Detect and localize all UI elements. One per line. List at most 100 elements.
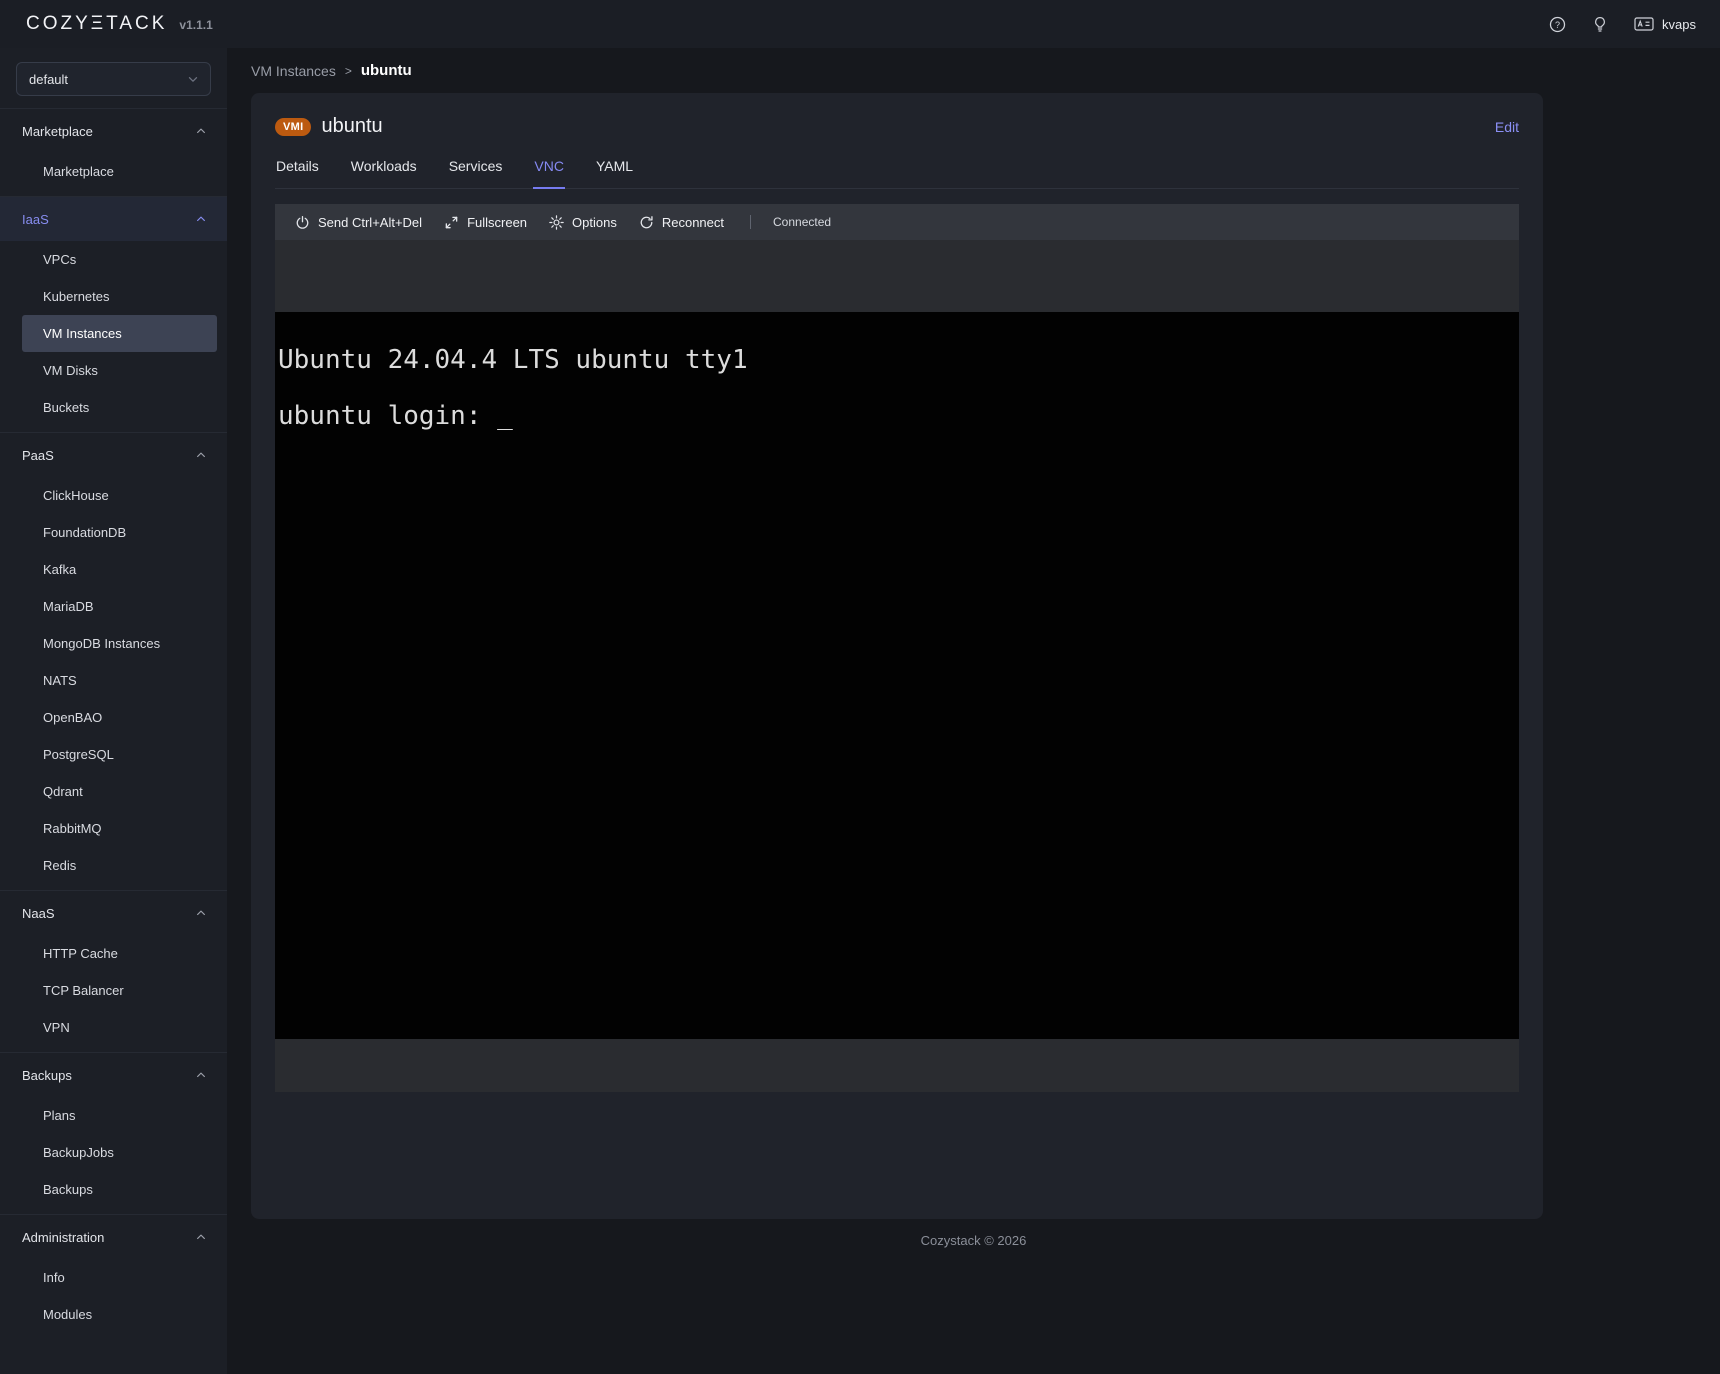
- vnc-viewport[interactable]: Ubuntu 24.04.4 LTS ubuntu tty1 ubuntu lo…: [275, 240, 1519, 1092]
- tab-services[interactable]: Services: [448, 158, 504, 188]
- sidebar-item-tcp-balancer[interactable]: TCP Balancer: [22, 972, 217, 1009]
- sidebar-item-kubernetes[interactable]: Kubernetes: [22, 278, 217, 315]
- chevron-up-icon: [195, 213, 207, 225]
- tab-yaml[interactable]: YAML: [595, 158, 634, 188]
- sidebar-item-info[interactable]: Info: [22, 1259, 217, 1296]
- sidebar-item-vpn[interactable]: VPN: [22, 1009, 217, 1046]
- card-header: VMI ubuntu Edit: [275, 93, 1519, 138]
- sidebar-item-mariadb[interactable]: MariaDB: [22, 588, 217, 625]
- id-card-icon: [1634, 16, 1654, 32]
- vnc-terminal-screen[interactable]: Ubuntu 24.04.4 LTS ubuntu tty1 ubuntu lo…: [275, 312, 1519, 1039]
- chevron-down-icon: [186, 72, 200, 86]
- sidebar-item-mongodb-instances[interactable]: MongoDB Instances: [22, 625, 217, 662]
- sidebar-item-plans[interactable]: Plans: [22, 1097, 217, 1134]
- send-ctrl-alt-del-label: Send Ctrl+Alt+Del: [318, 215, 422, 230]
- sidebar-section-iaas: IaaSVPCsKubernetesVM InstancesVM DisksBu…: [0, 196, 227, 432]
- sidebar-item-vm-instances[interactable]: VM Instances: [22, 315, 217, 352]
- chevron-up-icon: [195, 1231, 207, 1243]
- tab-bar: Details Workloads Services VNC YAML: [275, 158, 1519, 189]
- fullscreen-button[interactable]: Fullscreen: [444, 215, 527, 230]
- sidebar-item-clickhouse[interactable]: ClickHouse: [22, 477, 217, 514]
- sidebar-section-administration: Administration InfoModules: [0, 1214, 227, 1339]
- footer-copyright: Cozystack © 2026: [227, 1233, 1720, 1258]
- logo-wrap: COZYΞTACK v1.1.1: [26, 13, 213, 35]
- connection-status: Connected: [773, 215, 831, 229]
- terminal-line: [278, 374, 1516, 402]
- sidebar-item-vpcs[interactable]: VPCs: [22, 241, 217, 278]
- help-icon[interactable]: ?: [1549, 16, 1566, 33]
- namespace-select[interactable]: default: [16, 62, 211, 96]
- vmi-badge: VMI: [275, 118, 311, 136]
- app-version: v1.1.1: [179, 18, 212, 32]
- options-label: Options: [572, 215, 617, 230]
- reconnect-button[interactable]: Reconnect: [639, 215, 724, 230]
- breadcrumb: VM Instances > ubuntu: [227, 62, 1720, 93]
- sidebar-item-buckets[interactable]: Buckets: [22, 389, 217, 426]
- breadcrumb-parent[interactable]: VM Instances: [251, 63, 336, 79]
- sidebar-item-postgresql[interactable]: PostgreSQL: [22, 736, 217, 773]
- sidebar-item-rabbitmq[interactable]: RabbitMQ: [22, 810, 217, 847]
- sidebar-item-backupjobs[interactable]: BackupJobs: [22, 1134, 217, 1171]
- send-ctrl-alt-del-button[interactable]: Send Ctrl+Alt+Del: [295, 215, 422, 230]
- topbar-actions: ? kvaps: [1549, 16, 1696, 33]
- sidebar-nav: Marketplace Marketplace IaaSVPCsKubernetes…: [0, 108, 227, 1339]
- main-content: VM Instances > ubuntu VMI ubuntu Edit De…: [227, 48, 1720, 1374]
- sidebar-item-qdrant[interactable]: Qdrant: [22, 773, 217, 810]
- tab-details[interactable]: Details: [275, 158, 320, 188]
- reconnect-icon: [639, 215, 654, 230]
- sidebar-section-backups: BackupsPlansBackupJobsBackups: [0, 1052, 227, 1214]
- sidebar-section-marketplace: Marketplace Marketplace: [0, 108, 227, 196]
- app-logo: COZYΞTACK: [26, 13, 167, 35]
- chevron-up-icon: [195, 907, 207, 919]
- options-button[interactable]: Options: [549, 215, 617, 230]
- chevron-up-icon: [195, 125, 207, 137]
- status-divider: [750, 215, 751, 229]
- sidebar-section-header-backups[interactable]: Backups: [0, 1053, 227, 1097]
- sidebar-item-marketplace[interactable]: Marketplace: [22, 153, 217, 190]
- lightbulb-icon[interactable]: [1592, 16, 1608, 32]
- power-icon: [295, 215, 310, 230]
- sidebar-section-header-administration[interactable]: Administration: [0, 1215, 227, 1259]
- vnc-toolbar: Send Ctrl+Alt+Del Fullscreen Option: [275, 204, 1519, 240]
- page-title: ubuntu: [321, 115, 382, 138]
- page-body: default Marketplace Marketplace IaaSVPCsKu…: [0, 48, 1720, 1374]
- sidebar-section-paas: PaaS ClickHouseFoundationDBKafkaMariaDBMo…: [0, 432, 227, 890]
- edit-button[interactable]: Edit: [1495, 119, 1519, 135]
- tab-vnc[interactable]: VNC: [533, 158, 565, 189]
- sidebar-item-nats[interactable]: NATS: [22, 662, 217, 699]
- sidebar-section-naas: NaaS HTTP CacheTCP BalancerVPN: [0, 890, 227, 1052]
- sidebar-section-header-iaas[interactable]: IaaS: [0, 197, 227, 241]
- sidebar-item-vm-disks[interactable]: VM Disks: [22, 352, 217, 389]
- username: kvaps: [1662, 17, 1696, 32]
- breadcrumb-separator: >: [345, 64, 352, 78]
- sidebar-item-kafka[interactable]: Kafka: [22, 551, 217, 588]
- chevron-up-icon: [195, 449, 207, 461]
- vmi-card: VMI ubuntu Edit Details Workloads Services…: [251, 93, 1543, 1219]
- section-label: Administration: [22, 1230, 104, 1245]
- sidebar-item-redis[interactable]: Redis: [22, 847, 217, 884]
- sidebar-item-backups[interactable]: Backups: [22, 1171, 217, 1208]
- svg-text:?: ?: [1555, 19, 1560, 29]
- section-label: PaaS: [22, 448, 54, 463]
- sidebar-item-openbao[interactable]: OpenBAO: [22, 699, 217, 736]
- fullscreen-label: Fullscreen: [467, 215, 527, 230]
- top-bar: COZYΞTACK v1.1.1 ?: [0, 0, 1720, 48]
- sidebar-item-modules[interactable]: Modules: [22, 1296, 217, 1333]
- sidebar-item-http-cache[interactable]: HTTP Cache: [22, 935, 217, 972]
- reconnect-label: Reconnect: [662, 215, 724, 230]
- section-label: Backups: [22, 1068, 72, 1083]
- section-label: Marketplace: [22, 124, 93, 139]
- user-menu[interactable]: kvaps: [1634, 16, 1696, 32]
- sidebar-section-header-marketplace[interactable]: Marketplace: [0, 109, 227, 153]
- chevron-up-icon: [195, 1069, 207, 1081]
- gear-icon: [549, 215, 564, 230]
- sidebar: default Marketplace Marketplace IaaSVPCsKu…: [0, 48, 227, 1374]
- fullscreen-icon: [444, 215, 459, 230]
- tab-workloads[interactable]: Workloads: [350, 158, 418, 188]
- app-root: COZYΞTACK v1.1.1 ?: [0, 0, 1720, 1374]
- section-label: NaaS: [22, 906, 55, 921]
- sidebar-section-header-paas[interactable]: PaaS: [0, 433, 227, 477]
- namespace-select-value: default: [29, 72, 68, 87]
- sidebar-section-header-naas[interactable]: NaaS: [0, 891, 227, 935]
- sidebar-item-foundationdb[interactable]: FoundationDB: [22, 514, 217, 551]
